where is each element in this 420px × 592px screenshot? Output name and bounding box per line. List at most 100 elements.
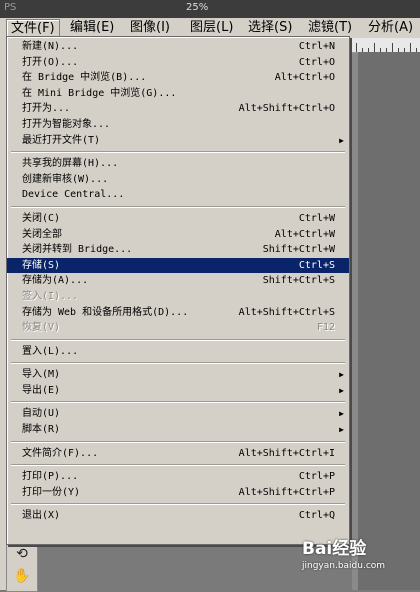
menu-item-label: 退出(X)	[22, 510, 61, 522]
file-menu-item[interactable]: 文件简介(F)... Alt+Shift+Ctrl+I	[7, 446, 349, 462]
file-menu-item[interactable]: 在 Mini Bridge 中浏览(G)...	[7, 86, 349, 102]
menu-item-label: 打开为智能对象...	[22, 118, 111, 130]
file-menu-item[interactable]: 存储(S) Ctrl+S	[7, 257, 349, 274]
file-menu-item[interactable]: Device Central...	[7, 187, 349, 203]
file-menu-item[interactable]: 打印一份(Y) Alt+Shift+Ctrl+P	[7, 485, 349, 501]
file-menu-dropdown: 新建(N)... Ctrl+N 打开(O)... Ctrl+O 在 Bridge 中浏览…	[6, 36, 350, 545]
menu-separator	[7, 438, 349, 446]
app-title-bar: PS 25%	[0, 0, 420, 18]
menu-item-label: 共享我的屏幕(H)...	[22, 158, 119, 170]
toolbox: ⟲ ✋	[6, 542, 38, 592]
submenu-arrow-icon: ▶	[339, 370, 344, 380]
menu-item-label: 打开(O)...	[22, 56, 79, 68]
file-menu-item[interactable]: 最近打开文件(T) ▶	[7, 133, 349, 149]
menu-separator	[7, 461, 349, 469]
file-menu-item[interactable]: 自动(U) ▶	[7, 406, 349, 422]
document-canvas[interactable]	[358, 52, 420, 590]
menu-item-label: Device Central...	[22, 189, 125, 201]
menu-separator	[7, 203, 349, 211]
ps-logo: PS	[4, 2, 17, 13]
menu-item-shortcut: Ctrl+Q	[298, 510, 335, 522]
menu-item-shortcut: Shift+Ctrl+S	[262, 275, 335, 287]
menu-item-label: 存储为(A)...	[22, 275, 89, 287]
menu-analysis[interactable]: 分析(A)	[364, 19, 417, 37]
file-menu-item[interactable]: 关闭并转到 Bridge... Shift+Ctrl+W	[7, 242, 349, 258]
menu-item-label: 最近打开文件(T)	[22, 134, 101, 146]
submenu-arrow-icon: ▶	[339, 135, 344, 145]
file-menu-item: 恢复(V) F12	[7, 320, 349, 336]
ruler-tick	[374, 43, 375, 52]
menu-item-label: 脚本(R)	[22, 424, 61, 436]
baidu-jingyan-watermark: Bai经验 jingyan.baidu.com	[302, 534, 385, 571]
menu-item-label: 创建新审核(W)...	[22, 173, 109, 185]
menu-image[interactable]: 图像(I)	[126, 19, 174, 37]
file-menu-item[interactable]: 脚本(R) ▶	[7, 422, 349, 438]
file-menu-item[interactable]: 打开(O)... Ctrl+O	[7, 55, 349, 71]
hand-tool-icon[interactable]: ✋	[7, 565, 37, 587]
watermark-url: jingyan.baidu.com	[302, 561, 386, 571]
submenu-arrow-icon: ▶	[339, 409, 344, 419]
menu-item-shortcut: Ctrl+P	[298, 471, 335, 483]
ruler-tick	[410, 43, 411, 52]
file-menu-item[interactable]: 关闭(C) Ctrl+W	[7, 211, 349, 227]
menu-item-shortcut: Ctrl+W	[298, 212, 335, 224]
file-menu-item[interactable]: 新建(N)... Ctrl+N	[7, 39, 349, 55]
menu-item-label: 签入(I)...	[22, 290, 79, 302]
file-menu-item[interactable]: 打印(P)... Ctrl+P	[7, 469, 349, 485]
menu-item-label: 恢复(V)	[22, 322, 61, 334]
menu-item-label: 打印(P)...	[22, 471, 79, 483]
horizontal-ruler	[352, 38, 420, 53]
menu-layer[interactable]: 图层(L)	[186, 19, 237, 37]
menu-edit[interactable]: 编辑(E)	[66, 19, 118, 37]
menu-item-label: 关闭(C)	[22, 212, 61, 224]
file-menu-item[interactable]: 导入(M) ▶	[7, 367, 349, 383]
menu-item-label: 自动(U)	[22, 408, 61, 420]
file-menu-item[interactable]: 存储为(A)... Shift+Ctrl+S	[7, 273, 349, 289]
menu-item-shortcut: Ctrl+S	[298, 259, 335, 271]
file-menu-item[interactable]: 共享我的屏幕(H)...	[7, 156, 349, 172]
file-menu-item[interactable]: 存储为 Web 和设备所用格式(D)... Alt+Shift+Ctrl+S	[7, 305, 349, 321]
file-menu-item[interactable]: 创建新审核(W)...	[7, 172, 349, 188]
menu-item-label: 打印一份(Y)	[22, 486, 81, 498]
menu-separator	[7, 359, 349, 367]
menu-item-shortcut: Alt+Ctrl+W	[274, 228, 335, 240]
menu-item-shortcut: Alt+Shift+Ctrl+I	[238, 447, 335, 459]
rotate-view-icon[interactable]: ⟲	[7, 543, 37, 565]
ruler-tick	[356, 43, 357, 52]
menu-item-shortcut: F12	[316, 322, 335, 334]
menu-select[interactable]: 选择(S)	[244, 19, 296, 37]
menu-separator	[7, 500, 349, 508]
file-menu-item[interactable]: 置入(L)...	[7, 344, 349, 360]
zoom-level[interactable]: 25%	[186, 2, 208, 13]
menu-item-label: 导入(M)	[22, 369, 61, 381]
menu-item-label: 关闭全部	[22, 228, 62, 240]
watermark-brand: Bai经验	[302, 539, 367, 559]
menu-item-label: 新建(N)...	[22, 41, 79, 52]
file-menu-item[interactable]: 关闭全部 Alt+Ctrl+W	[7, 227, 349, 243]
menu-item-label: 关闭并转到 Bridge...	[22, 244, 133, 256]
file-menu-item[interactable]: 退出(X) Ctrl+Q	[7, 508, 349, 524]
menu-item-shortcut: Ctrl+N	[298, 41, 335, 52]
ruler-tick	[392, 43, 393, 52]
menu-separator	[7, 336, 349, 344]
submenu-arrow-icon: ▶	[339, 385, 344, 395]
menu-item-label: 存储为 Web 和设备所用格式(D)...	[22, 306, 189, 318]
menu-item-label: 存储(S)	[22, 259, 61, 271]
menu-item-label: 在 Bridge 中浏览(B)...	[22, 72, 147, 84]
file-menu-item[interactable]: 打开为... Alt+Shift+Ctrl+O	[7, 101, 349, 117]
file-menu-item[interactable]: 在 Bridge 中浏览(B)... Alt+Ctrl+O	[7, 70, 349, 86]
menu-item-shortcut: Alt+Ctrl+O	[274, 72, 335, 84]
menu-item-label: 在 Mini Bridge 中浏览(G)...	[22, 87, 177, 99]
file-menu-item[interactable]: 打开为智能对象...	[7, 117, 349, 133]
menu-item-label: 打开为...	[22, 103, 71, 115]
menu-item-shortcut: Shift+Ctrl+W	[262, 244, 335, 256]
file-menu-item: 签入(I)...	[7, 289, 349, 305]
menu-item-label: 文件简介(F)...	[22, 447, 99, 459]
menu-item-shortcut: Ctrl+O	[298, 56, 335, 68]
menu-separator	[7, 398, 349, 406]
file-menu-item[interactable]: 导出(E) ▶	[7, 383, 349, 399]
menu-filter[interactable]: 滤镜(T)	[304, 19, 356, 37]
menu-item-shortcut: Alt+Shift+Ctrl+O	[238, 103, 335, 115]
menu-item-shortcut: Alt+Shift+Ctrl+P	[238, 486, 335, 498]
menu-item-label: 置入(L)...	[22, 345, 79, 357]
